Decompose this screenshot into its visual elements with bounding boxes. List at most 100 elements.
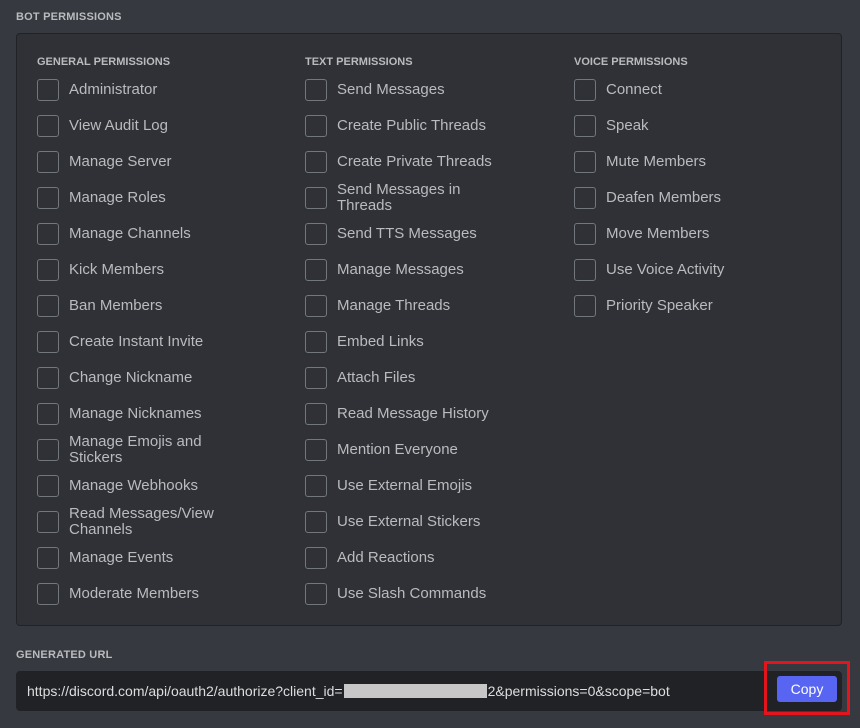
checkbox-create-instant-invite[interactable]: [37, 331, 59, 353]
checkbox-use-slash-commands[interactable]: [305, 583, 327, 605]
checkbox-manage-webhooks[interactable]: [37, 475, 59, 497]
permission-send-messages-in-threads[interactable]: Send Messages in Threads: [305, 182, 565, 214]
checkbox-embed-links[interactable]: [305, 331, 327, 353]
checkbox-deafen-members[interactable]: [574, 187, 596, 209]
permission-speak[interactable]: Speak: [574, 114, 834, 138]
permission-label: Read Messages/View Channels: [69, 505, 214, 538]
permission-moderate-members[interactable]: Moderate Members: [37, 582, 297, 606]
permission-change-nickname[interactable]: Change Nickname: [37, 366, 297, 390]
permission-add-reactions[interactable]: Add Reactions: [305, 546, 565, 570]
permission-view-audit-log[interactable]: View Audit Log: [37, 114, 297, 138]
checkbox-manage-server[interactable]: [37, 151, 59, 173]
permission-manage-webhooks[interactable]: Manage Webhooks: [37, 474, 297, 498]
checkbox-mention-everyone[interactable]: [305, 439, 327, 461]
permission-manage-server[interactable]: Manage Server: [37, 150, 297, 174]
checkbox-manage-channels[interactable]: [37, 223, 59, 245]
permission-label: Create Instant Invite: [69, 333, 204, 350]
permission-deafen-members[interactable]: Deafen Members: [574, 186, 834, 210]
permission-label: Use Slash Commands: [337, 585, 487, 602]
checkbox-manage-roles[interactable]: [37, 187, 59, 209]
permission-ban-members[interactable]: Ban Members: [37, 294, 297, 318]
permission-send-tts-messages[interactable]: Send TTS Messages: [305, 222, 565, 246]
permission-attach-files[interactable]: Attach Files: [305, 366, 565, 390]
permission-manage-messages[interactable]: Manage Messages: [305, 258, 565, 282]
checkbox-send-messages-in-threads[interactable]: [305, 187, 327, 209]
checkbox-administrator[interactable]: [37, 79, 59, 101]
permission-label: Deafen Members: [606, 189, 722, 206]
permission-administrator[interactable]: Administrator: [37, 78, 297, 102]
checkbox-use-external-emojis[interactable]: [305, 475, 327, 497]
checkbox-attach-files[interactable]: [305, 367, 327, 389]
checkbox-manage-nicknames[interactable]: [37, 403, 59, 425]
permission-use-voice-activity[interactable]: Use Voice Activity: [574, 258, 834, 282]
checkbox-create-private-threads[interactable]: [305, 151, 327, 173]
generated-url-field[interactable]: https://discord.com/api/oauth2/authorize…: [16, 671, 842, 711]
permission-label: Mention Everyone: [337, 441, 458, 458]
copy-button-highlight: Copy: [764, 661, 850, 715]
permission-label: Move Members: [606, 225, 710, 242]
permission-read-messages-view-channels[interactable]: Read Messages/View Channels: [37, 506, 297, 538]
permission-create-public-threads[interactable]: Create Public Threads: [305, 114, 565, 138]
checkbox-use-external-stickers[interactable]: [305, 511, 327, 533]
permission-use-external-emojis[interactable]: Use External Emojis: [305, 474, 565, 498]
url-suffix: 2&permissions=0&scope=bot: [487, 683, 670, 699]
redacted-client-id: [343, 684, 487, 698]
checkbox-create-public-threads[interactable]: [305, 115, 327, 137]
checkbox-read-message-history[interactable]: [305, 403, 327, 425]
bot-permissions-title: BOT PERMISSIONS: [16, 11, 122, 23]
checkbox-manage-threads[interactable]: [305, 295, 327, 317]
checkbox-mute-members[interactable]: [574, 151, 596, 173]
checkbox-change-nickname[interactable]: [37, 367, 59, 389]
checkbox-use-voice-activity[interactable]: [574, 259, 596, 281]
permission-embed-links[interactable]: Embed Links: [305, 330, 565, 354]
permission-read-message-history[interactable]: Read Message History: [305, 402, 565, 426]
checkbox-add-reactions[interactable]: [305, 547, 327, 569]
permission-manage-roles[interactable]: Manage Roles: [37, 186, 297, 210]
permission-priority-speaker[interactable]: Priority Speaker: [574, 294, 834, 318]
permission-use-external-stickers[interactable]: Use External Stickers: [305, 510, 565, 534]
permission-label: Manage Server: [69, 153, 172, 170]
checkbox-move-members[interactable]: [574, 223, 596, 245]
permission-connect[interactable]: Connect: [574, 78, 834, 102]
permission-create-private-threads[interactable]: Create Private Threads: [305, 150, 565, 174]
checkbox-manage-messages[interactable]: [305, 259, 327, 281]
permission-manage-emojis-and-stickers[interactable]: Manage Emojis and Stickers: [37, 434, 297, 466]
general-permissions-title: GENERAL PERMISSIONS: [37, 56, 171, 68]
checkbox-send-messages[interactable]: [305, 79, 327, 101]
permission-label: Manage Threads: [337, 297, 451, 314]
permission-move-members[interactable]: Move Members: [574, 222, 834, 246]
permission-manage-channels[interactable]: Manage Channels: [37, 222, 297, 246]
permission-send-messages[interactable]: Send Messages: [305, 78, 565, 102]
url-prefix: https://discord.com/api/oauth2/authorize…: [27, 683, 343, 699]
permission-create-instant-invite[interactable]: Create Instant Invite: [37, 330, 297, 354]
permission-mention-everyone[interactable]: Mention Everyone: [305, 438, 565, 462]
checkbox-moderate-members[interactable]: [37, 583, 59, 605]
checkbox-send-tts-messages[interactable]: [305, 223, 327, 245]
voice-permissions-title: VOICE PERMISSIONS: [574, 56, 688, 68]
generated-url-text: https://discord.com/api/oauth2/authorize…: [27, 672, 670, 710]
permissions-panel: GENERAL PERMISSIONS Administrator View Au…: [16, 33, 842, 626]
permission-label: Use External Stickers: [337, 513, 481, 530]
checkbox-speak[interactable]: [574, 115, 596, 137]
permission-manage-events[interactable]: Manage Events: [37, 546, 297, 570]
checkbox-priority-speaker[interactable]: [574, 295, 596, 317]
checkbox-manage-emojis-and-stickers[interactable]: [37, 439, 59, 461]
permission-label: Use External Emojis: [337, 477, 473, 494]
checkbox-kick-members[interactable]: [37, 259, 59, 281]
permission-label: View Audit Log: [69, 117, 168, 134]
checkbox-manage-events[interactable]: [37, 547, 59, 569]
checkbox-view-audit-log[interactable]: [37, 115, 59, 137]
permission-use-slash-commands[interactable]: Use Slash Commands: [305, 582, 565, 606]
checkbox-ban-members[interactable]: [37, 295, 59, 317]
permission-manage-nicknames[interactable]: Manage Nicknames: [37, 402, 297, 426]
permission-label: Manage Channels: [69, 225, 191, 242]
permission-mute-members[interactable]: Mute Members: [574, 150, 834, 174]
permission-kick-members[interactable]: Kick Members: [37, 258, 297, 282]
permission-manage-threads[interactable]: Manage Threads: [305, 294, 565, 318]
checkbox-read-messages-view-channels[interactable]: [37, 511, 59, 533]
permission-label: Create Private Threads: [337, 153, 492, 170]
permission-label: Embed Links: [337, 333, 424, 350]
copy-button[interactable]: Copy: [777, 676, 837, 702]
permission-label: Manage Events: [69, 549, 174, 566]
checkbox-connect[interactable]: [574, 79, 596, 101]
